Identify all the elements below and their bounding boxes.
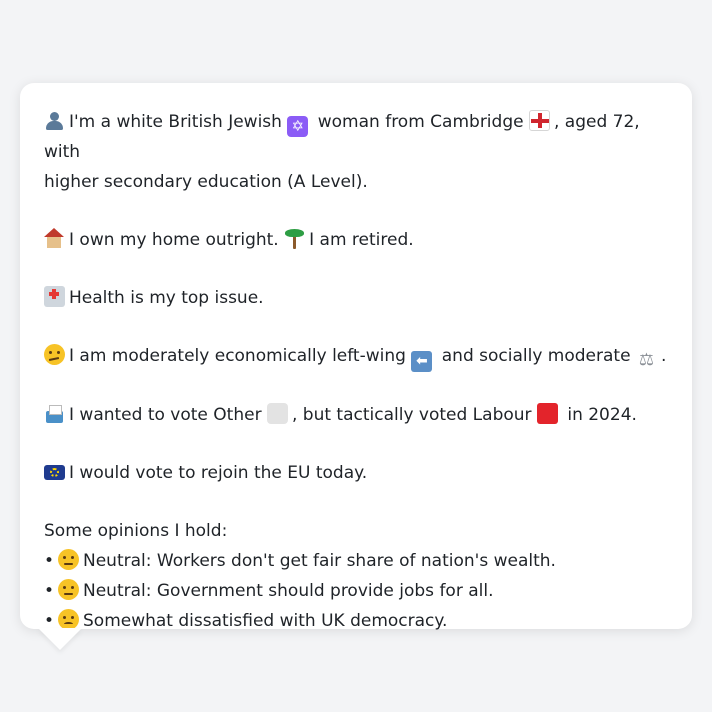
person-icon (44, 110, 65, 131)
vote-text-3: in 2024. (567, 405, 637, 425)
vote-paragraph: I wanted to vote Other , but tactically … (44, 400, 668, 430)
issue-paragraph: Health is my top issue. (44, 283, 668, 313)
eu-text: I would vote to rejoin the EU today. (69, 463, 368, 483)
hospital-icon (44, 286, 65, 307)
neutral-face-icon (58, 549, 79, 570)
opinions-heading: Some opinions I hold: (44, 521, 228, 541)
opinion-item: • Somewhat dissatisfied with UK democracy… (44, 606, 668, 636)
eu-paragraph: I would vote to rejoin the EU today. (44, 458, 668, 488)
bullet: • (44, 581, 55, 601)
england-flag-icon (528, 110, 550, 131)
identity-text-2: woman from Cambridge (317, 112, 524, 132)
thinking-face-icon (44, 344, 65, 365)
speech-bubble-tail (38, 628, 82, 650)
home-text-2: I am retired. (309, 230, 414, 250)
opinion-item: • Neutral: Workers don't get fair share o… (44, 546, 668, 576)
eu-flag-icon (44, 465, 65, 480)
ballot-box-icon (44, 403, 65, 424)
ideology-text-3: . (660, 346, 667, 366)
bullet: • (44, 551, 55, 571)
identity-text-1: I'm a white British Jewish (69, 112, 282, 132)
opinion-text: Somewhat dissatisfied with UK democracy. (83, 611, 448, 631)
house-icon (44, 228, 65, 249)
persona-message-card: I'm a white British Jewish ✡ woman from … (20, 83, 692, 631)
vote-text-2: , but tactically voted Labour (291, 405, 532, 425)
ideology-text-2: and socially moderate (441, 346, 631, 366)
ideology-paragraph: I am moderately economically left-wing ⬅… (44, 341, 668, 372)
identity-text-4: higher secondary education (A Level). (44, 172, 368, 192)
issue-text: Health is my top issue. (69, 288, 264, 308)
left-arrow-icon: ⬅ (411, 351, 433, 372)
home-paragraph: I own my home outright. I am retired. (44, 225, 668, 255)
opinion-text: Neutral: Workers don't get fair share of… (83, 551, 556, 571)
vote-text-1: I wanted to vote Other (69, 405, 262, 425)
red-square-icon (536, 403, 558, 424)
identity-paragraph: I'm a white British Jewish ✡ woman from … (44, 107, 668, 197)
ideology-text-1: I am moderately economically left-wing (69, 346, 406, 366)
confused-face-icon (58, 609, 79, 630)
opinion-text: Neutral: Government should provide jobs … (83, 581, 494, 601)
star-of-david-icon: ✡ (287, 116, 309, 137)
opinion-item: • Neutral: Government should provide jobs… (44, 576, 668, 606)
grey-square-icon (266, 403, 288, 424)
neutral-face-icon (58, 579, 79, 600)
palm-tree-icon (284, 228, 305, 249)
opinions-section: Some opinions I hold: • Neutral: Workers … (44, 516, 668, 636)
home-text-1: I own my home outright. (69, 230, 279, 250)
balance-scale-icon: ⚖ (638, 350, 655, 370)
